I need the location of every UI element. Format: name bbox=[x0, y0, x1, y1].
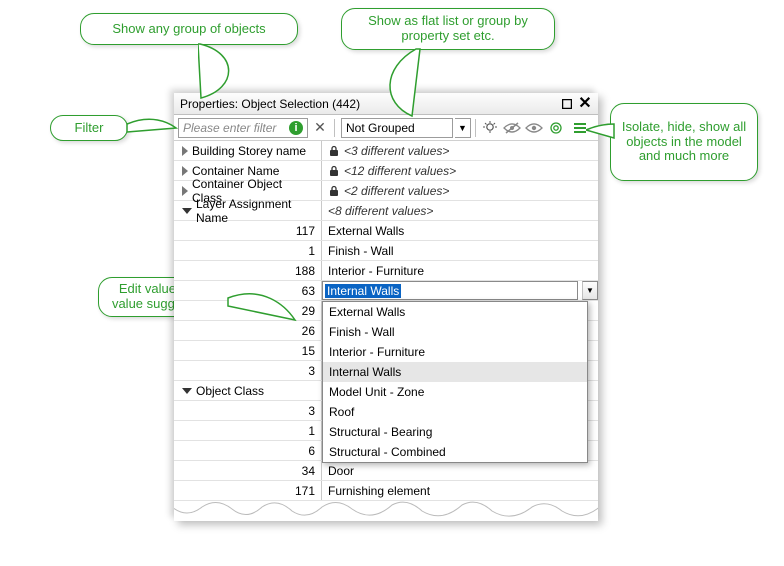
callout-group-tail bbox=[198, 43, 258, 105]
separator bbox=[334, 119, 335, 137]
row-count: 3 bbox=[174, 361, 322, 380]
callout-flat-tail bbox=[388, 48, 448, 120]
row-key: Layer Assignment Name bbox=[174, 201, 322, 220]
maximize-icon bbox=[562, 99, 572, 109]
separator bbox=[475, 119, 476, 137]
expand-icon[interactable] bbox=[182, 166, 188, 176]
dropdown-option[interactable]: Structural - Combined bbox=[323, 442, 587, 462]
row-value[interactable]: <8 different values> bbox=[322, 201, 598, 220]
row-value[interactable]: Finish - Wall bbox=[322, 241, 598, 260]
value-suggestion-dropdown[interactable]: External Walls Finish - Wall Interior - … bbox=[322, 301, 588, 463]
row-count: 117 bbox=[174, 221, 322, 240]
row-value[interactable]: Internal Walls ▼ bbox=[322, 281, 598, 300]
torn-edge bbox=[174, 501, 598, 521]
clear-filter-button[interactable]: ✕ bbox=[310, 118, 330, 138]
row-count: 6 bbox=[174, 441, 322, 460]
row-key: Building Storey name bbox=[174, 141, 322, 160]
lock-icon bbox=[328, 145, 340, 157]
filter-placeholder: Please enter filter bbox=[183, 121, 276, 135]
callout-text: Filter bbox=[75, 121, 104, 136]
callout-filter-tail bbox=[126, 118, 178, 138]
dropdown-option[interactable]: External Walls bbox=[323, 302, 587, 322]
grouping-dropdown[interactable]: Not Grouped bbox=[341, 118, 453, 138]
property-subrow[interactable]: 117 External Walls bbox=[174, 221, 598, 241]
property-subrow[interactable]: 1 Finish - Wall bbox=[174, 241, 598, 261]
grouping-selected: Not Grouped bbox=[346, 121, 415, 135]
row-value[interactable]: Furnishing element bbox=[322, 481, 598, 500]
row-value[interactable]: Door bbox=[322, 461, 598, 480]
collapse-icon[interactable] bbox=[182, 388, 192, 394]
dropdown-option[interactable]: Finish - Wall bbox=[323, 322, 587, 342]
lock-icon bbox=[328, 185, 340, 197]
callout-edit-tail bbox=[227, 290, 297, 330]
callout-filter: Filter bbox=[50, 115, 128, 141]
row-count: 1 bbox=[174, 241, 322, 260]
lock-icon bbox=[328, 165, 340, 177]
expand-icon[interactable] bbox=[182, 186, 188, 196]
property-subrow[interactable]: 188 Interior - Furniture bbox=[174, 261, 598, 281]
value-editor-dropdown-button[interactable]: ▼ bbox=[582, 281, 598, 300]
row-value: <3 different values> bbox=[322, 141, 598, 160]
row-key: Object Class bbox=[174, 381, 322, 400]
maximize-button[interactable] bbox=[558, 96, 576, 112]
gear-icon[interactable] bbox=[546, 118, 566, 138]
callout-group: Show any group of objects bbox=[80, 13, 298, 45]
collapse-icon[interactable] bbox=[182, 208, 192, 214]
callout-isolate: Isolate, hide, show all objects in the m… bbox=[610, 103, 758, 181]
grouping-dropdown-button[interactable]: ▼ bbox=[455, 118, 471, 138]
row-count: 171 bbox=[174, 481, 322, 500]
info-icon: i bbox=[289, 121, 303, 135]
dropdown-option[interactable]: Internal Walls bbox=[323, 362, 587, 382]
row-count: 1 bbox=[174, 421, 322, 440]
dropdown-option[interactable]: Model Unit - Zone bbox=[323, 382, 587, 402]
row-value[interactable]: Interior - Furniture bbox=[322, 261, 598, 280]
property-row[interactable]: Building Storey name <3 different values… bbox=[174, 141, 598, 161]
value-editor-input[interactable]: Internal Walls bbox=[322, 281, 578, 300]
bulb-icon[interactable] bbox=[480, 118, 500, 138]
callout-text: Isolate, hide, show all objects in the m… bbox=[621, 120, 747, 165]
value-editor-selection: Internal Walls bbox=[325, 284, 401, 298]
property-row[interactable]: Layer Assignment Name <8 different value… bbox=[174, 201, 598, 221]
dropdown-option[interactable]: Structural - Bearing bbox=[323, 422, 587, 442]
expand-icon[interactable] bbox=[182, 146, 188, 156]
hide-icon[interactable] bbox=[502, 118, 522, 138]
row-count: 34 bbox=[174, 461, 322, 480]
row-value: <2 different values> bbox=[322, 181, 598, 200]
close-button[interactable]: ✕ bbox=[576, 96, 594, 112]
filter-input[interactable]: Please enter filter i bbox=[178, 118, 308, 138]
property-subrow[interactable]: 34 Door bbox=[174, 461, 598, 481]
row-count: 188 bbox=[174, 261, 322, 280]
callout-text: Show any group of objects bbox=[112, 22, 265, 37]
dropdown-option[interactable]: Roof bbox=[323, 402, 587, 422]
dropdown-option[interactable]: Interior - Furniture bbox=[323, 342, 587, 362]
callout-flat: Show as flat list or group by property s… bbox=[341, 8, 555, 50]
row-value: <12 different values> bbox=[322, 161, 598, 180]
callout-isolate-tail bbox=[586, 120, 616, 150]
callout-text: Show as flat list or group by property s… bbox=[352, 14, 544, 44]
row-count: 3 bbox=[174, 401, 322, 420]
show-icon[interactable] bbox=[524, 118, 544, 138]
panel-toolbar: Please enter filter i ✕ Not Grouped ▼ bbox=[174, 115, 598, 141]
row-count: 15 bbox=[174, 341, 322, 360]
property-subrow[interactable]: 171 Furnishing element bbox=[174, 481, 598, 501]
row-value[interactable]: External Walls bbox=[322, 221, 598, 240]
